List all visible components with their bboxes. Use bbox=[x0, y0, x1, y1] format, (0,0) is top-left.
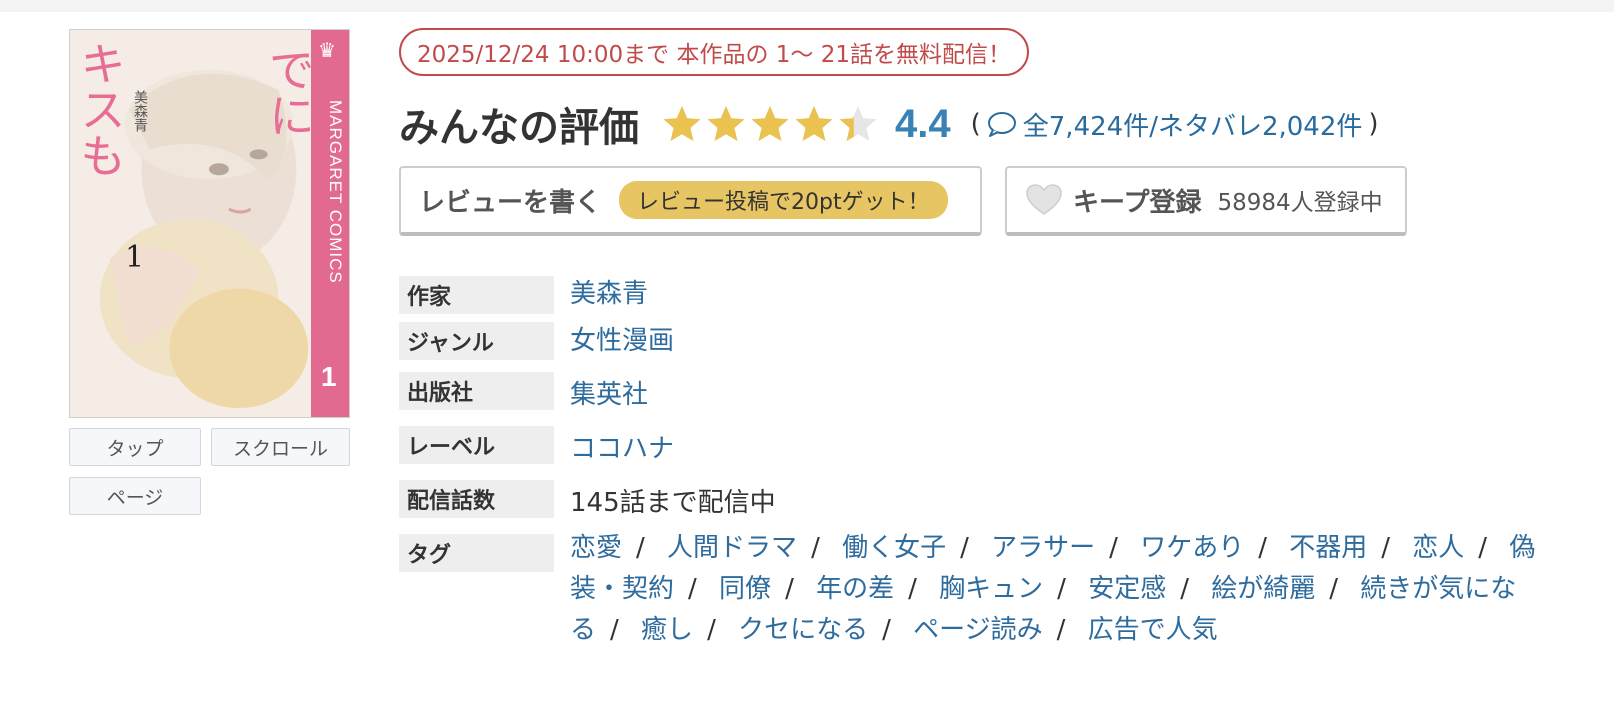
tag-link[interactable]: 働く女子 bbox=[842, 533, 946, 563]
keep-label: キープ登録 bbox=[1073, 187, 1202, 218]
tag-separator: / bbox=[707, 615, 716, 645]
write-review-label: レビューを書く bbox=[419, 187, 602, 218]
tag-link[interactable]: ページ読み bbox=[913, 615, 1042, 645]
tag-link[interactable]: 恋愛 bbox=[570, 533, 622, 563]
tap-view-button[interactable]: タップ bbox=[69, 428, 201, 466]
star-icon bbox=[663, 106, 701, 141]
tag-separator: / bbox=[960, 533, 969, 563]
tag-separator: / bbox=[908, 574, 917, 604]
star-rating bbox=[661, 103, 881, 145]
genre-label: ジャンル bbox=[399, 322, 554, 360]
cover-image[interactable]: 抱きしめて ついでに キスも 美森青 1 ♛ MARGARET COMICS 1 bbox=[69, 29, 350, 418]
star-icon bbox=[839, 106, 877, 141]
tag-separator: / bbox=[1056, 615, 1066, 645]
tag-separator: / bbox=[1057, 574, 1066, 604]
tag-separator: / bbox=[1258, 533, 1267, 563]
tag-separator: / bbox=[1478, 533, 1488, 563]
tag-separator: / bbox=[1381, 533, 1391, 563]
publisher-label: 出版社 bbox=[399, 372, 554, 410]
rating-heading: みんなの評価 bbox=[399, 105, 639, 151]
cover-imprint-band: ♛ MARGARET COMICS 1 bbox=[311, 30, 349, 417]
crown-icon: ♛ bbox=[318, 38, 336, 62]
rating-score: 4.4 bbox=[895, 101, 951, 146]
tag-separator: / bbox=[1109, 533, 1118, 563]
genre-link[interactable]: 女性漫画 bbox=[570, 320, 674, 357]
tag-link[interactable]: 恋人 bbox=[1412, 533, 1464, 563]
cover-side-volume: 1 bbox=[321, 361, 337, 392]
episodes-value: 145話まで配信中 bbox=[570, 488, 776, 518]
tag-separator: / bbox=[811, 533, 820, 563]
tag-link[interactable]: ワケあり bbox=[1140, 533, 1244, 563]
label-link[interactable]: ココハナ bbox=[570, 428, 674, 465]
review-count-link[interactable]: ( 全7,424件/ネタバレ2,042件 ) bbox=[965, 106, 1385, 143]
scroll-view-button[interactable]: スクロール bbox=[211, 428, 350, 466]
keep-count: 58984人登録中 bbox=[1217, 190, 1383, 216]
label-label: レーベル bbox=[399, 426, 554, 464]
paren-open: ( bbox=[970, 109, 981, 139]
tag-separator: / bbox=[1180, 574, 1189, 604]
rating-row: みんなの評価 4.4 ( 全7,424件/ネタバレ2,042件 ) bbox=[399, 96, 1385, 152]
heart-icon bbox=[1026, 184, 1062, 215]
paren-close: ) bbox=[1368, 109, 1379, 139]
star-icon bbox=[751, 106, 789, 141]
cover-author: 美森青 bbox=[132, 90, 148, 132]
tag-link[interactable]: アラサー bbox=[991, 533, 1095, 563]
author-link[interactable]: 美森青 bbox=[570, 273, 648, 310]
tag-link[interactable]: 人間ドラマ bbox=[667, 533, 797, 563]
tag-separator: / bbox=[1329, 574, 1339, 604]
tag-link[interactable]: 不器用 bbox=[1289, 533, 1367, 563]
author-label: 作家 bbox=[399, 276, 554, 314]
tag-list: 恋愛 / 人間ドラマ / 働く女子 / アラサー / ワケあり / 不器用 / 恋人 / 偽装… bbox=[570, 528, 1570, 651]
star-icon bbox=[707, 106, 745, 141]
tag-separator: / bbox=[636, 533, 645, 563]
keep-button[interactable]: キープ登録 58984人登録中 bbox=[1005, 166, 1407, 236]
tag-separator: / bbox=[785, 574, 794, 604]
tag-separator: / bbox=[882, 615, 891, 645]
page-view-button[interactable]: ページ bbox=[69, 477, 201, 515]
top-bar bbox=[0, 0, 1614, 12]
publisher-link[interactable]: 集英社 bbox=[570, 374, 648, 411]
tag-separator: / bbox=[688, 574, 697, 604]
tag-link[interactable]: 胸キュン bbox=[939, 574, 1043, 604]
tags-label: タグ bbox=[399, 534, 554, 572]
cover-volume-number: 1 bbox=[125, 240, 145, 275]
free-campaign-badge: 2025/12/24 10:00まで 本作品の 1〜 21話を無料配信！ bbox=[399, 28, 1029, 76]
cover-imprint: MARGARET COMICS bbox=[326, 100, 345, 284]
tag-link[interactable]: 同僚 bbox=[719, 574, 771, 604]
review-count-text: 全7,424件/ネタバレ2,042件 bbox=[1022, 111, 1363, 142]
tag-link[interactable]: 絵が綺麗 bbox=[1211, 574, 1315, 604]
tag-link[interactable]: 安定感 bbox=[1088, 574, 1166, 604]
star-icon bbox=[795, 106, 833, 141]
episodes-label: 配信話数 bbox=[399, 480, 554, 518]
tag-link[interactable]: 癒し bbox=[641, 615, 693, 645]
tag-separator: / bbox=[610, 615, 619, 645]
tag-link[interactable]: クセになる bbox=[738, 615, 868, 645]
review-bonus-badge: レビュー投稿で20ptゲット！ bbox=[619, 181, 948, 219]
write-review-button[interactable]: レビューを書く レビュー投稿で20ptゲット！ bbox=[399, 166, 982, 236]
cover-title-sub: キスも bbox=[73, 40, 127, 178]
tag-link[interactable]: 年の差 bbox=[816, 574, 894, 604]
speech-bubble-icon bbox=[987, 112, 1016, 137]
tag-link[interactable]: 広告で人気 bbox=[1088, 615, 1218, 645]
